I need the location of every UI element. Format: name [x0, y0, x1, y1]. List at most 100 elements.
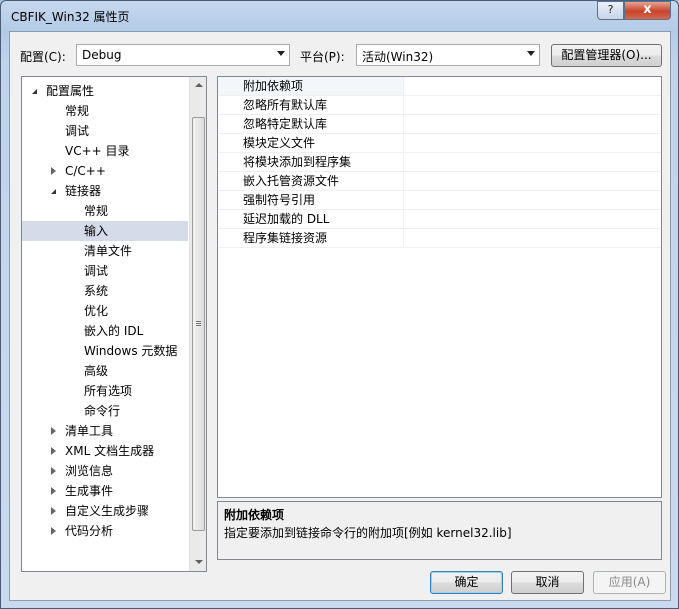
property-tree[interactable]: 配置属性 常规 调试 VC++ 目录 C/C++ 链接器 常规 输入 清单文件 调试 系统 优化 嵌入的… [21, 76, 207, 572]
tree-item[interactable]: 系统 [22, 281, 188, 301]
title-bar[interactable]: CBFIK_Win32 属性页 ? x [1, 1, 678, 31]
property-value[interactable] [404, 191, 661, 210]
tree-item-label: Windows 元数据 [84, 344, 178, 358]
tree-item[interactable]: 清单文件 [22, 241, 188, 261]
expanded-arrow-icon[interactable] [51, 189, 56, 194]
tree-item-label: 嵌入的 IDL [84, 324, 144, 338]
property-row[interactable]: 嵌入托管资源文件 [218, 172, 661, 191]
property-value[interactable] [404, 115, 661, 134]
description-panel: 附加依赖项 指定要添加到链接命令行的附加项[例如 kernel32.lib] [217, 501, 662, 560]
platform-dropdown[interactable]: 活动(Win32) [356, 44, 540, 66]
arrow-up-icon [195, 83, 203, 87]
property-value[interactable] [404, 153, 661, 172]
tree-item-label: 常规 [84, 204, 109, 218]
property-value[interactable] [404, 77, 661, 96]
collapsed-arrow-icon[interactable] [51, 167, 56, 175]
scroll-down-button[interactable] [191, 554, 206, 571]
tree-item-label: 所有选项 [84, 384, 133, 398]
tree-scrollbar[interactable] [189, 77, 206, 571]
tree-item[interactable]: Windows 元数据 [22, 341, 188, 361]
chevron-down-icon [277, 51, 285, 56]
tree-item[interactable]: 清单工具 [22, 421, 188, 441]
tree-item[interactable]: 命令行 [22, 401, 188, 421]
property-name: 模块定义文件 [218, 134, 404, 153]
property-row[interactable]: 将模块添加到程序集 [218, 153, 661, 172]
tree-item-label: 链接器 [65, 184, 102, 198]
tree-item[interactable]: C/C++ [22, 161, 188, 181]
tree-item[interactable]: VC++ 目录 [22, 141, 188, 161]
property-value[interactable] [404, 96, 661, 115]
apply-button[interactable]: 应用(A) [593, 571, 666, 594]
collapsed-arrow-icon[interactable] [51, 447, 56, 455]
tree-item-label: 调试 [84, 264, 109, 278]
ok-button[interactable]: 确定 [430, 571, 503, 594]
tree-item[interactable]: 链接器 [22, 181, 188, 201]
tree-item-label: 调试 [65, 124, 90, 138]
tree-item-label: XML 文档生成器 [65, 444, 155, 458]
scroll-thumb[interactable] [192, 117, 205, 531]
tree-item[interactable]: 常规 [22, 101, 188, 121]
property-value[interactable] [404, 134, 661, 153]
property-value[interactable] [404, 210, 661, 229]
tree-item-label: 优化 [84, 304, 109, 318]
tree-item[interactable]: 调试 [22, 121, 188, 141]
tree-item-label: 系统 [84, 284, 109, 298]
chevron-down-icon [527, 51, 535, 56]
tree-item-label: 清单文件 [84, 244, 133, 258]
property-value[interactable] [404, 229, 661, 248]
tree-item[interactable]: XML 文档生成器 [22, 441, 188, 461]
property-pages-window: CBFIK_Win32 属性页 ? x 配置(C): Debug 平台(P): … [0, 0, 679, 609]
cancel-button[interactable]: 取消 [511, 571, 584, 594]
collapsed-arrow-icon[interactable] [51, 467, 56, 475]
tree-item[interactable]: 调试 [22, 261, 188, 281]
tree-item-label: 配置属性 [46, 84, 95, 98]
config-label: 配置(C): [20, 50, 66, 64]
tree-item[interactable]: 嵌入的 IDL [22, 321, 188, 341]
window-title: CBFIK_Win32 属性页 [11, 10, 130, 24]
property-name: 附加依赖项 [218, 77, 404, 96]
arrow-down-icon [195, 560, 203, 564]
property-row[interactable]: 延迟加载的 DLL [218, 210, 661, 229]
tree-item-label: 高级 [84, 364, 109, 378]
tree-item-label: 常规 [65, 104, 90, 118]
tree-item-label: 清单工具 [65, 424, 114, 438]
tree-item[interactable]: 浏览信息 [22, 461, 188, 481]
description-text: 指定要添加到链接命令行的附加项[例如 kernel32.lib] [224, 526, 512, 540]
tree-item-label: C/C++ [65, 164, 106, 178]
tree-item-label: 自定义生成步骤 [65, 504, 150, 518]
tree-item[interactable]: 输入 [22, 221, 188, 241]
scroll-up-button[interactable] [191, 77, 206, 94]
platform-value: 活动(Win32) [362, 50, 434, 64]
tree-item[interactable]: 常规 [22, 201, 188, 221]
config-manager-button[interactable]: 配置管理器(O)... [551, 44, 662, 67]
collapsed-arrow-icon[interactable] [51, 527, 56, 535]
tree-item[interactable]: 优化 [22, 301, 188, 321]
property-grid[interactable]: 附加依赖项 忽略所有默认库 忽略特定默认库 模块定义文件 将模块添加到程序集 嵌入托管资源… [217, 76, 662, 498]
collapsed-arrow-icon[interactable] [51, 487, 56, 495]
property-name: 延迟加载的 DLL [218, 210, 404, 229]
tree-item[interactable]: 自定义生成步骤 [22, 501, 188, 521]
tree-item-label: VC++ 目录 [65, 144, 130, 158]
close-button[interactable]: x [624, 1, 671, 20]
help-button[interactable]: ? [597, 1, 624, 20]
tree-item-label: 输入 [84, 224, 109, 238]
collapsed-arrow-icon[interactable] [51, 427, 56, 435]
property-row[interactable]: 忽略所有默认库 [218, 96, 661, 115]
tree-item[interactable]: 生成事件 [22, 481, 188, 501]
tree-item[interactable]: 高级 [22, 361, 188, 381]
expanded-arrow-icon[interactable] [32, 89, 37, 94]
property-value[interactable] [404, 172, 661, 191]
property-row[interactable]: 忽略特定默认库 [218, 115, 661, 134]
property-row[interactable]: 模块定义文件 [218, 134, 661, 153]
property-row[interactable]: 附加依赖项 [218, 77, 661, 96]
tree-item[interactable]: 配置属性 [22, 81, 188, 101]
config-dropdown[interactable]: Debug [76, 44, 290, 66]
description-title: 附加依赖项 [224, 508, 285, 522]
property-name: 嵌入托管资源文件 [218, 172, 404, 191]
tree-item-label: 生成事件 [65, 484, 114, 498]
property-row[interactable]: 强制符号引用 [218, 191, 661, 210]
tree-item[interactable]: 代码分析 [22, 521, 188, 541]
collapsed-arrow-icon[interactable] [51, 507, 56, 515]
property-row[interactable]: 程序集链接资源 [218, 229, 661, 248]
tree-item[interactable]: 所有选项 [22, 381, 188, 401]
